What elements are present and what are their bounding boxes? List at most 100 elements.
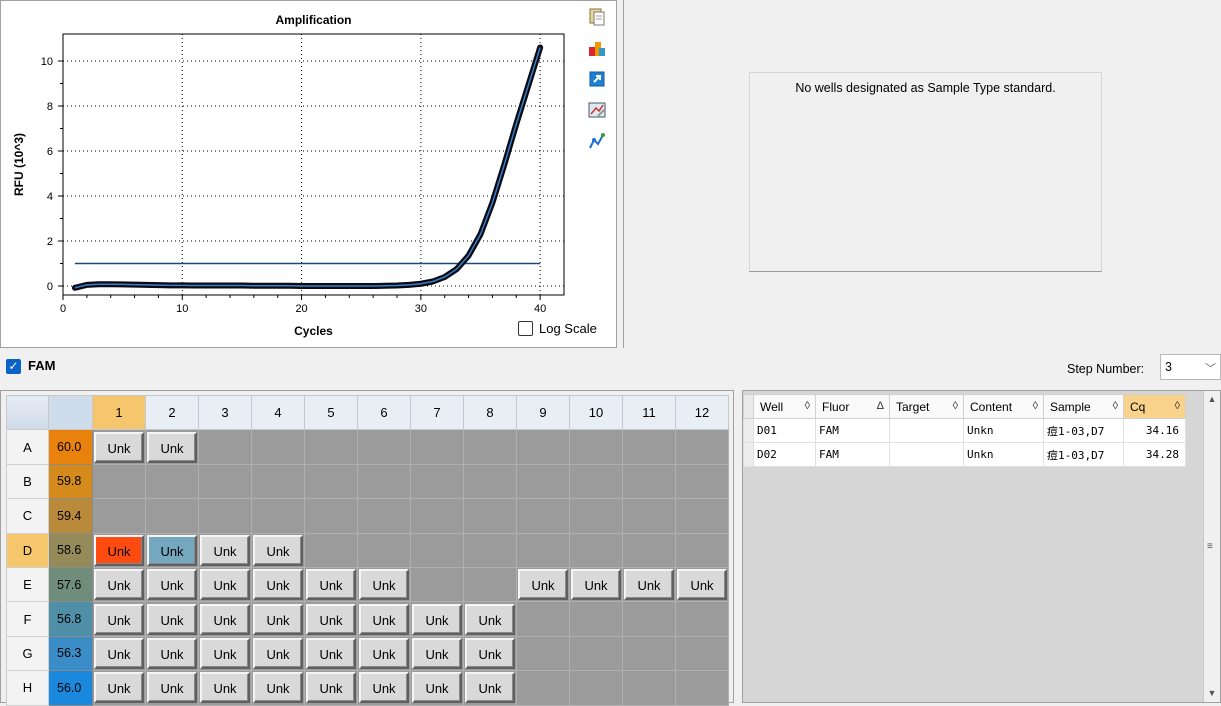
well-content-label[interactable]: Unk xyxy=(147,603,197,635)
plate-well[interactable]: Unk xyxy=(569,566,623,603)
plate-well[interactable] xyxy=(516,429,570,465)
plate-well[interactable]: Unk xyxy=(251,635,305,672)
plate-well[interactable] xyxy=(463,463,517,500)
plate-well[interactable] xyxy=(675,463,729,500)
scroll-down-icon[interactable]: ▼ xyxy=(1204,685,1220,702)
sort-icon[interactable]: ◊ xyxy=(953,400,958,412)
well-content-label[interactable]: Unk xyxy=(306,637,356,669)
plate-well[interactable] xyxy=(569,635,623,672)
plate-col-header[interactable]: 4 xyxy=(251,394,305,431)
plate-well[interactable] xyxy=(569,498,623,534)
plate-well[interactable] xyxy=(675,429,729,465)
plate-col-header[interactable]: 5 xyxy=(304,394,358,431)
plate-well[interactable] xyxy=(410,429,464,465)
plate-well[interactable] xyxy=(357,498,411,534)
plate-well[interactable]: Unk xyxy=(304,566,358,603)
plate-well[interactable] xyxy=(675,601,729,637)
plate-well[interactable]: Unk xyxy=(410,601,464,637)
plate-well[interactable] xyxy=(357,429,411,465)
plate-well[interactable]: Unk xyxy=(92,566,146,603)
plate-well[interactable]: Unk xyxy=(145,601,199,637)
plate-well[interactable]: Unk xyxy=(92,670,146,706)
plate-row-header[interactable]: G xyxy=(6,635,49,672)
plate-row-header[interactable]: E xyxy=(6,566,49,603)
results-col-header[interactable]: Sample ◊ xyxy=(1043,394,1124,419)
plate-well[interactable]: Unk xyxy=(304,601,358,637)
plate-well[interactable] xyxy=(516,635,570,672)
plate-well[interactable] xyxy=(516,498,570,534)
well-content-label[interactable]: Unk xyxy=(624,569,674,601)
well-content-label[interactable]: Unk xyxy=(253,603,303,635)
results-row[interactable]: D01 FAM Unkn 痘1-03,D7 34.16 xyxy=(743,418,1186,443)
well-content-label[interactable]: Unk xyxy=(359,672,409,704)
plate-col-header[interactable]: 8 xyxy=(463,394,517,431)
sort-icon[interactable]: ◊ xyxy=(1175,400,1180,412)
plate-corner[interactable] xyxy=(6,394,49,431)
plate-well[interactable]: Unk xyxy=(622,566,676,603)
plate-well[interactable]: Unk xyxy=(357,601,411,637)
sort-icon[interactable]: Δ xyxy=(877,400,884,412)
plate-well[interactable] xyxy=(92,463,146,500)
plate-well[interactable]: Unk xyxy=(463,601,517,637)
well-content-label[interactable]: Unk xyxy=(200,569,250,601)
scroll-thumb-grip-icon[interactable]: ≡ xyxy=(1207,541,1213,552)
plate-well[interactable] xyxy=(569,601,623,637)
plate-well[interactable] xyxy=(251,498,305,534)
plate-well[interactable]: Unk xyxy=(304,670,358,706)
sort-icon[interactable]: ◊ xyxy=(1113,400,1118,412)
plate-well[interactable]: Unk xyxy=(675,566,729,603)
well-content-label[interactable]: Unk xyxy=(571,569,621,601)
plate-well[interactable]: Unk xyxy=(251,670,305,706)
plate-well[interactable] xyxy=(516,601,570,637)
well-content-label[interactable]: Unk xyxy=(253,637,303,669)
step-number-select[interactable]: 3 ﹀ xyxy=(1160,354,1221,380)
copy-icon[interactable] xyxy=(587,7,607,27)
plate-row-header[interactable]: D xyxy=(6,532,49,568)
plate-well[interactable] xyxy=(198,463,252,500)
plate-well[interactable]: Unk xyxy=(145,566,199,603)
plate-col-header[interactable]: 7 xyxy=(410,394,464,431)
plate-well[interactable] xyxy=(357,532,411,568)
well-content-label[interactable]: Unk xyxy=(94,431,144,463)
well-content-label[interactable]: Unk xyxy=(359,569,409,601)
well-content-label[interactable]: Unk xyxy=(465,672,515,704)
plate-well[interactable] xyxy=(92,498,146,534)
plate-col-header[interactable]: 6 xyxy=(357,394,411,431)
plate-col-header[interactable]: 12 xyxy=(675,394,729,431)
log-scale-toggle[interactable]: Log Scale xyxy=(518,321,597,336)
plate-well[interactable] xyxy=(251,429,305,465)
plate-col-header[interactable]: 10 xyxy=(569,394,623,431)
results-row-gutter[interactable] xyxy=(743,418,754,443)
plate-col-header[interactable]: 1 xyxy=(92,394,146,431)
plate-col-header[interactable]: 3 xyxy=(198,394,252,431)
plate-col-header[interactable]: 11 xyxy=(622,394,676,431)
well-content-label[interactable]: Unk xyxy=(94,672,144,704)
sort-icon[interactable]: ◊ xyxy=(805,400,810,412)
plate-row-header[interactable]: C xyxy=(6,498,49,534)
well-content-label[interactable]: Unk xyxy=(147,534,197,566)
plate-well[interactable] xyxy=(622,601,676,637)
plate-well[interactable] xyxy=(516,463,570,500)
log-scale-checkbox[interactable] xyxy=(518,321,533,336)
plate-well[interactable]: Unk xyxy=(92,635,146,672)
well-content-label[interactable]: Unk xyxy=(147,672,197,704)
plate-well[interactable] xyxy=(463,532,517,568)
plate-well[interactable] xyxy=(304,463,358,500)
chart-settings-icon[interactable] xyxy=(587,100,607,120)
well-content-label[interactable]: Unk xyxy=(465,637,515,669)
well-content-label[interactable]: Unk xyxy=(147,431,197,463)
plate-well[interactable] xyxy=(622,532,676,568)
export-icon[interactable] xyxy=(587,69,607,89)
well-content-label[interactable]: Unk xyxy=(200,637,250,669)
plate-well[interactable] xyxy=(675,635,729,672)
plate-well[interactable] xyxy=(622,635,676,672)
plate-well[interactable]: Unk xyxy=(357,635,411,672)
plate-well[interactable] xyxy=(198,498,252,534)
plate-well[interactable]: Unk xyxy=(92,429,146,465)
plate-well[interactable]: Unk xyxy=(198,566,252,603)
results-col-header[interactable]: Well ◊ xyxy=(753,394,816,419)
plate-well[interactable] xyxy=(569,463,623,500)
plate-well[interactable] xyxy=(622,670,676,706)
results-row[interactable]: D02 FAM Unkn 痘1-03,D7 34.28 xyxy=(743,442,1186,467)
plate-well[interactable] xyxy=(304,532,358,568)
